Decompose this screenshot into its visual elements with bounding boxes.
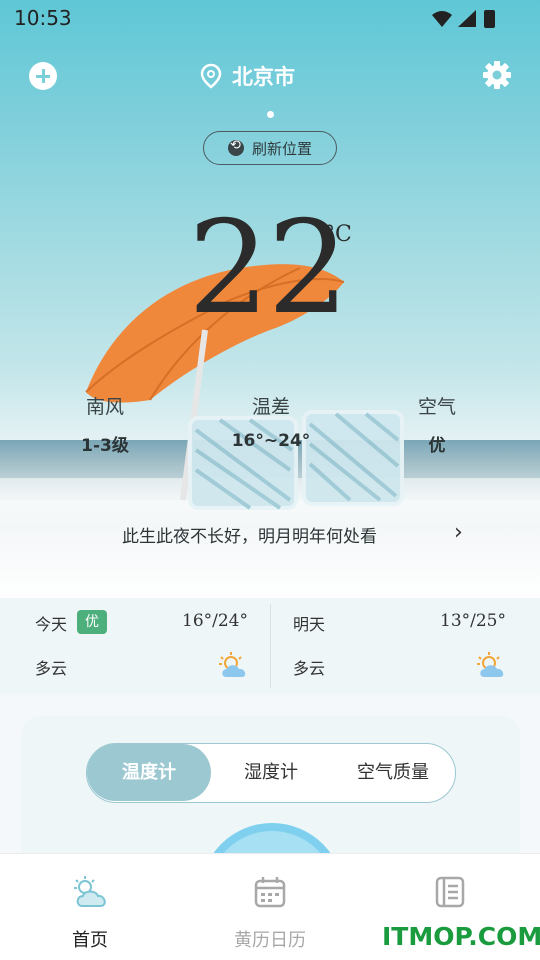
metric-air-label: 空气 xyxy=(417,396,456,418)
forecast-tomorrow[interactable]: 明天 13°/25° 多云 xyxy=(258,598,528,694)
nav-home[interactable]: 首页 xyxy=(0,854,180,960)
notes-icon xyxy=(435,876,465,908)
forecast-condition: 多云 xyxy=(293,659,326,678)
metric-air: 空气 优 xyxy=(377,392,497,456)
chevron-right-icon: › xyxy=(454,520,463,545)
refresh-icon xyxy=(227,138,244,156)
partly-cloudy-icon xyxy=(477,652,504,677)
metric-temp-diff-label: 温差 xyxy=(251,396,290,418)
status-icons xyxy=(432,10,495,28)
nav-calendar[interactable]: 黄历日历 xyxy=(180,854,360,960)
signal-icon xyxy=(458,10,476,27)
page-indicator-dot xyxy=(267,111,274,118)
forecast-range: 16°/24° xyxy=(182,611,248,631)
metric-wind-value: 1-3级 xyxy=(81,436,129,456)
poem-quote[interactable]: 此生此夜不长好，明月明年何处看 › xyxy=(0,518,540,550)
nav-calendar-label: 黄历日历 xyxy=(234,930,306,951)
forecast-range: 13°/25° xyxy=(440,611,506,631)
top-bar: 北京市 xyxy=(0,56,540,96)
forecast-condition: 多云 xyxy=(35,659,68,678)
temperature-unit: °C xyxy=(324,222,352,247)
metric-temp-diff: 温差 16°~24° xyxy=(211,392,331,451)
forecast-day: 今天 xyxy=(35,615,68,634)
add-city-button[interactable] xyxy=(29,62,57,90)
watermark: ITMOP.COM xyxy=(382,922,540,951)
location-pin-icon xyxy=(200,63,222,89)
metric-wind: 南风 1-3级 xyxy=(45,392,165,456)
tab-hygrometer[interactable]: 湿度计 xyxy=(211,744,331,801)
partly-cloudy-icon xyxy=(219,652,246,677)
poem-text: 此生此夜不长好，明月明年何处看 xyxy=(122,527,377,547)
status-bar: 10:53 xyxy=(0,0,540,36)
nav-home-label: 首页 xyxy=(72,930,108,951)
metric-wind-label: 南风 xyxy=(85,396,124,418)
forecast-divider xyxy=(270,604,271,688)
weather-screen: 10:53 北京市 ⟲ 刷新位置 22 °C 南风 1-3级 温差 16°~24… xyxy=(0,0,540,960)
settings-gear-icon[interactable] xyxy=(482,60,512,90)
air-quality-badge: 优 xyxy=(77,610,107,634)
forecast-today[interactable]: 今天 优 16°/24° 多云 xyxy=(0,598,270,694)
tab-air-quality[interactable]: 空气质量 xyxy=(331,744,455,801)
status-time: 10:53 xyxy=(14,6,72,30)
tab-thermometer[interactable]: 温度计 xyxy=(87,744,211,801)
metric-temp-diff-value: 16°~24° xyxy=(231,431,311,451)
weather-icon xyxy=(74,876,106,907)
instrument-tabs: 温度计 湿度计 空气质量 xyxy=(86,743,456,803)
metric-air-value: 优 xyxy=(428,436,446,456)
forecast-day: 明天 xyxy=(293,615,326,634)
wifi-icon xyxy=(432,11,452,27)
refresh-label: 刷新位置 xyxy=(251,139,312,158)
city-name: 北京市 xyxy=(232,65,295,89)
battery-icon xyxy=(484,10,495,28)
city-selector[interactable]: 北京市 xyxy=(200,60,295,92)
refresh-location-button[interactable]: 刷新位置 xyxy=(203,131,337,165)
calendar-icon xyxy=(254,877,286,908)
